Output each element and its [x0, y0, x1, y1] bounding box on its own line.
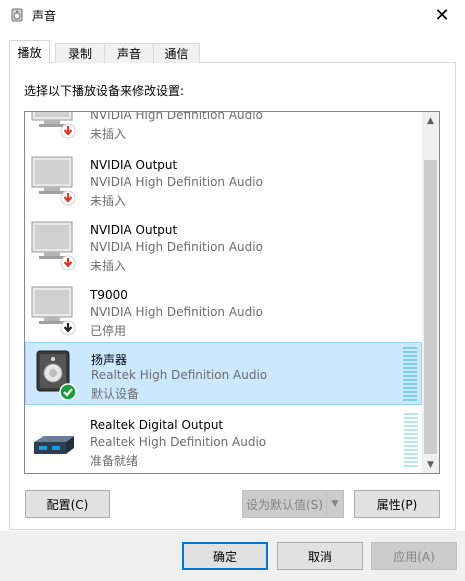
monitor-icon — [31, 221, 76, 271]
device-status: 未插入 — [90, 127, 127, 141]
device-status: 默认设备 — [91, 387, 140, 401]
set-default-button[interactable]: 设为默认值(S) — [242, 490, 327, 518]
device-item[interactable]: Realtek Digital Output Realtek High Defi… — [25, 409, 422, 473]
speaker-app-icon — [11, 8, 23, 22]
device-item[interactable]: NVIDIA Output NVIDIA High Definition Aud… — [25, 149, 422, 214]
properties-button[interactable]: 属性(P) — [354, 490, 440, 518]
device-description: NVIDIA High Definition Audio — [90, 111, 263, 122]
scroll-up-arrow-icon[interactable]: ▲ — [422, 112, 439, 129]
device-description: NVIDIA High Definition Audio — [90, 240, 263, 254]
tab-communications[interactable]: 通信 — [153, 43, 200, 63]
device-status: 已停用 — [90, 324, 127, 338]
list-scrollbar[interactable]: ▲ ▼ — [422, 112, 439, 473]
configure-button[interactable]: 配置(C) — [25, 490, 110, 518]
scroll-down-arrow-icon[interactable]: ▼ — [422, 456, 439, 473]
device-item[interactable]: NVIDIA Output NVIDIA High Definition Aud… — [25, 214, 422, 279]
device-status: 准备就绪 — [90, 454, 139, 468]
device-item[interactable]: T9000 NVIDIA High Definition Audio 已停用 — [25, 279, 422, 344]
device-name: NVIDIA Output — [90, 158, 178, 172]
device-item-selected[interactable]: 扬声器 Realtek High Definition Audio 默认设备 — [25, 342, 422, 405]
volume-meter — [403, 347, 417, 403]
device-description: NVIDIA High Definition Audio — [90, 175, 263, 189]
device-name: NVIDIA Output — [90, 223, 178, 237]
title-bar: 声音 ✕ — [0, 0, 465, 30]
close-button[interactable]: ✕ — [419, 0, 465, 30]
device-list[interactable]: NVIDIA High Definition Audio 未插入 NVIDIA … — [24, 111, 440, 474]
digital-output-icon — [34, 436, 74, 454]
set-default-dropdown-icon[interactable]: ▼ — [326, 490, 344, 518]
device-name: Realtek Digital Output — [90, 418, 224, 432]
instruction-label: 选择以下播放设备来修改设置: — [24, 84, 185, 98]
device-description: Realtek High Definition Audio — [91, 368, 268, 382]
device-status: 未插入 — [90, 259, 127, 273]
device-item[interactable]: NVIDIA High Definition Audio 未插入 — [25, 111, 422, 147]
tab-playback[interactable]: 播放 — [9, 40, 50, 63]
device-status: 未插入 — [90, 194, 127, 208]
volume-meter — [404, 413, 418, 469]
ok-button[interactable]: 确定 — [182, 542, 268, 570]
tab-recording[interactable]: 录制 — [55, 43, 105, 63]
device-description: NVIDIA High Definition Audio — [90, 305, 263, 319]
monitor-icon — [31, 156, 76, 206]
scrollbar-thumb[interactable] — [424, 160, 437, 454]
device-description: Realtek High Definition Audio — [90, 435, 267, 449]
monitor-icon — [31, 112, 76, 139]
close-icon: ✕ — [434, 4, 450, 26]
speaker-icon — [36, 350, 77, 400]
window-title: 声音 — [32, 9, 57, 23]
device-name: T9000 — [90, 288, 128, 302]
monitor-icon — [31, 286, 76, 336]
cancel-button[interactable]: 取消 — [277, 542, 363, 570]
device-name: 扬声器 — [91, 353, 128, 367]
tab-sounds[interactable]: 声音 — [104, 43, 154, 63]
apply-button[interactable]: 应用(A) — [371, 542, 457, 570]
